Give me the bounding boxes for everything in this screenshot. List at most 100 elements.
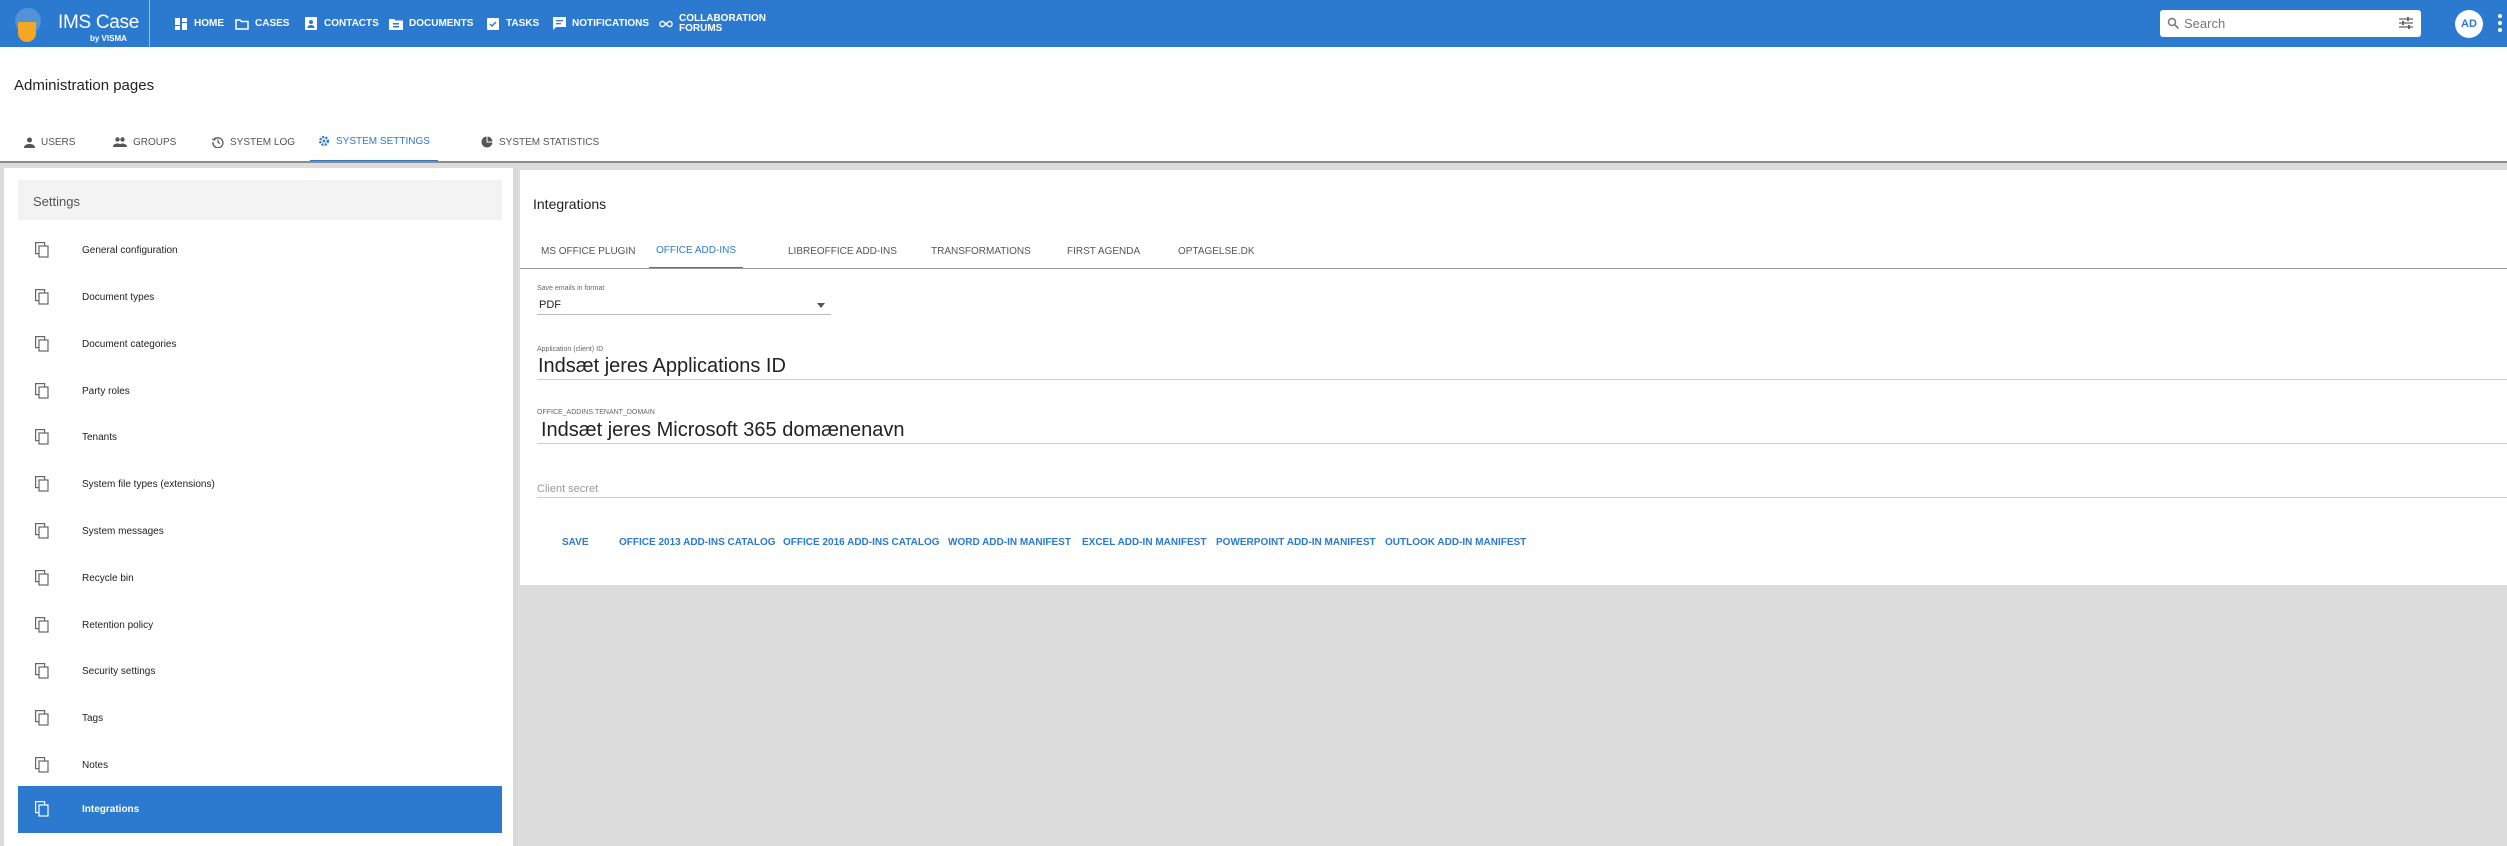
document-folder-icon — [389, 17, 403, 31]
office-2016-catalog-button[interactable]: OFFICE 2016 ADD-INS CATALOG — [783, 537, 940, 548]
settings-item-general-configuration[interactable]: General configuration — [18, 227, 502, 274]
settings-item-party-roles[interactable]: Party roles — [18, 368, 502, 415]
save-format-select[interactable]: PDF — [537, 295, 831, 315]
copy-icon — [35, 570, 49, 586]
subtab-divider — [520, 268, 2507, 269]
powerpoint-manifest-button[interactable]: POWERPOINT ADD-IN MANIFEST — [1216, 537, 1376, 548]
settings-sidebar-title: Settings — [18, 180, 502, 220]
settings-item-integrations[interactable]: Integrations — [18, 786, 502, 833]
nav-home[interactable]: HOME — [174, 0, 224, 47]
dashboard-icon — [174, 17, 188, 31]
nav-documents-label: DOCUMENTS — [409, 18, 474, 29]
admin-header: Administration pages USERS GROUPS SYSTEM… — [0, 47, 2507, 163]
tab-libreoffice-add-ins[interactable]: LIBREOFFICE ADD-INS — [781, 233, 904, 269]
copy-icon — [35, 663, 49, 679]
tab-transformations[interactable]: TRANSFORMATIONS — [924, 233, 1038, 269]
filter-sliders-icon[interactable] — [2398, 16, 2414, 30]
tenant-domain-field[interactable] — [537, 418, 2507, 444]
tab-system-settings[interactable]: SYSTEM SETTINGS — [310, 122, 438, 162]
settings-item-system-messages[interactable]: System messages — [18, 508, 502, 555]
contact-card-icon — [304, 17, 318, 31]
tab-first-agenda[interactable]: FIRST AGENDA — [1060, 233, 1147, 269]
settings-item-retention-policy[interactable]: Retention policy — [18, 602, 502, 649]
history-icon — [212, 137, 224, 148]
outlook-manifest-button[interactable]: OUTLOOK ADD-IN MANIFEST — [1385, 537, 1526, 548]
person-icon — [24, 137, 35, 148]
tab-groups-label: GROUPS — [133, 136, 177, 148]
settings-item-label: General configuration — [82, 245, 178, 256]
settings-item-system-file-types[interactable]: System file types (extensions) — [18, 461, 502, 508]
logo-divider — [149, 0, 150, 47]
tab-system-log-label: SYSTEM LOG — [230, 136, 296, 148]
folder-icon — [235, 17, 249, 31]
logo-subtitle: by VISMA — [90, 34, 127, 43]
tab-system-log[interactable]: SYSTEM LOG — [204, 122, 303, 162]
sidebar-scrollbar[interactable] — [513, 168, 518, 846]
avatar[interactable]: AD — [2455, 10, 2483, 38]
copy-icon — [35, 801, 49, 817]
settings-item-label: Retention policy — [82, 620, 154, 631]
settings-item-recycle-bin[interactable]: Recycle bin — [18, 555, 502, 602]
more-menu-icon[interactable] — [2497, 14, 2503, 34]
settings-item-label: Document types — [82, 292, 155, 303]
task-icon — [486, 17, 500, 31]
header-divider — [0, 161, 2507, 163]
tab-ms-office-plugin[interactable]: MS OFFICE PLUGIN — [534, 233, 642, 269]
copy-icon — [35, 523, 49, 539]
tab-users-label: USERS — [41, 136, 76, 148]
tab-users[interactable]: USERS — [16, 122, 83, 162]
settings-item-label: Tags — [82, 713, 104, 724]
client-secret-field[interactable] — [537, 480, 2507, 498]
top-bar: IMS Case by VISMA HOME CASES CONTACTS DO… — [0, 0, 2507, 47]
nav-contacts[interactable]: CONTACTS — [304, 0, 379, 47]
nav-cases[interactable]: CASES — [235, 0, 289, 47]
group-icon — [113, 137, 127, 147]
excel-manifest-button[interactable]: EXCEL ADD-IN MANIFEST — [1082, 537, 1206, 548]
settings-sidebar: Settings General configuration Document … — [4, 168, 513, 846]
tab-optagelse-dk[interactable]: OPTAGELSE.DK — [1171, 233, 1262, 269]
search-box[interactable] — [2160, 10, 2421, 37]
tab-system-settings-label: SYSTEM SETTINGS — [336, 135, 430, 147]
search-input[interactable] — [2184, 14, 2384, 33]
settings-item-label: Party roles — [82, 386, 130, 397]
office-2013-catalog-button[interactable]: OFFICE 2013 ADD-INS CATALOG — [619, 537, 776, 548]
nav-notifications[interactable]: NOTIFICATIONS — [552, 0, 649, 47]
nav-collaboration-line2: FORUMS — [679, 22, 723, 34]
settings-item-notes[interactable]: Notes — [18, 742, 502, 789]
settings-item-document-types[interactable]: Document types — [18, 274, 502, 321]
nav-tasks[interactable]: TASKS — [486, 0, 539, 47]
nav-documents[interactable]: DOCUMENTS — [389, 0, 473, 47]
chevron-down-icon — [817, 303, 825, 308]
copy-icon — [35, 757, 49, 773]
save-button[interactable]: SAVE — [562, 537, 589, 548]
settings-item-security-settings[interactable]: Security settings — [18, 648, 502, 695]
settings-item-tags[interactable]: Tags — [18, 695, 502, 742]
settings-item-label: Notes — [82, 760, 109, 771]
copy-icon — [35, 429, 49, 445]
tab-groups[interactable]: GROUPS — [105, 122, 184, 162]
search-icon — [2167, 17, 2180, 30]
settings-item-label: Document categories — [82, 339, 177, 350]
page-title: Administration pages — [14, 77, 155, 94]
nav-notifications-label: NOTIFICATIONS — [572, 18, 650, 29]
nav-collaboration-label: COLLABORATION FORUMS — [679, 13, 766, 34]
settings-item-tenants[interactable]: Tenants — [18, 414, 502, 461]
infinity-icon — [659, 17, 673, 31]
nav-tasks-label: TASKS — [506, 18, 540, 29]
tenant-domain-label: OFFICE_ADDINS.TENANT_DOMAIN — [537, 409, 655, 416]
tab-office-add-ins[interactable]: OFFICE ADD-INS — [649, 233, 744, 269]
settings-item-document-categories[interactable]: Document categories — [18, 321, 502, 368]
save-format-label: Save emails in format — [537, 285, 605, 292]
settings-item-label: Tenants — [82, 432, 118, 443]
copy-icon — [35, 242, 49, 258]
copy-icon — [35, 476, 49, 492]
word-manifest-button[interactable]: WORD ADD-IN MANIFEST — [948, 537, 1071, 548]
integrations-title: Integrations — [533, 196, 607, 212]
copy-icon — [35, 289, 49, 305]
ims-case-logo[interactable]: IMS Case by VISMA — [14, 4, 150, 44]
pie-chart-icon — [481, 136, 493, 148]
logo-shield-icon — [18, 22, 36, 42]
nav-collaboration-forums[interactable]: COLLABORATION FORUMS — [659, 0, 766, 47]
tab-system-statistics[interactable]: SYSTEM STATISTICS — [473, 122, 607, 162]
app-id-field[interactable] — [537, 354, 2507, 380]
